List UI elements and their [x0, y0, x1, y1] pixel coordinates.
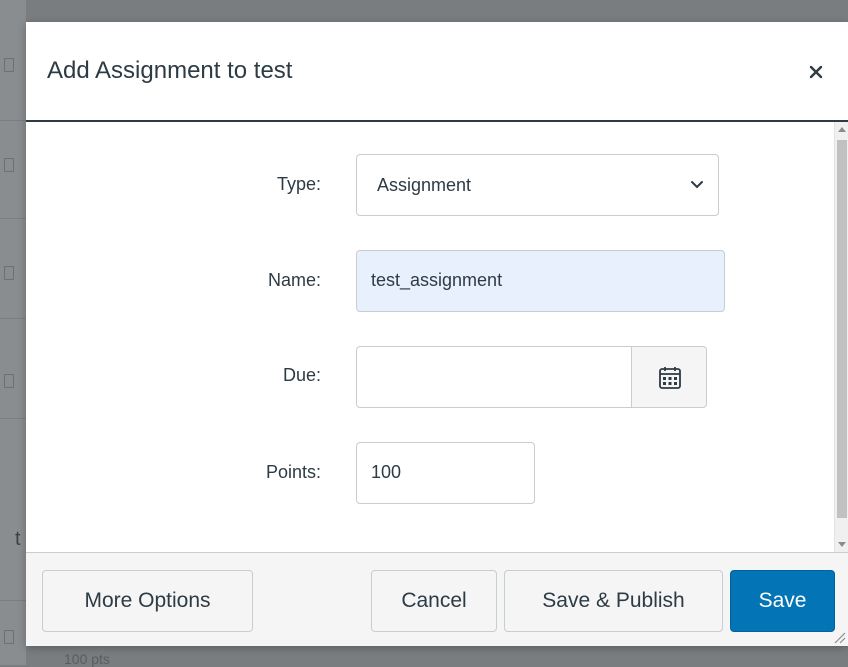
resize-grip-icon[interactable] [832, 630, 846, 644]
close-button[interactable] [804, 60, 828, 84]
more-options-button[interactable]: More Options [42, 570, 253, 632]
date-picker-button[interactable] [631, 346, 707, 408]
type-select[interactable]: Assignment [356, 154, 719, 216]
due-date-input[interactable] [356, 346, 632, 408]
type-select-value: Assignment [377, 175, 472, 195]
background-divider [0, 218, 26, 219]
background-doc-icon [4, 58, 14, 72]
scroll-down-arrow[interactable] [838, 542, 846, 547]
background-doc-icon [4, 630, 14, 644]
chevron-down-icon [691, 181, 703, 189]
due-label: Due: [282, 365, 321, 385]
dialog-footer: More Options Cancel Save & Publish Save [26, 552, 848, 646]
background-divider [0, 600, 26, 601]
add-assignment-dialog: Add Assignment to test Type: Assignment … [26, 22, 848, 646]
background-doc-icon [4, 374, 14, 388]
background-page [0, 0, 26, 665]
background-divider [0, 418, 26, 419]
type-label: Type: [276, 174, 321, 194]
points-label: Points: [265, 462, 321, 482]
save-button[interactable]: Save [730, 570, 835, 632]
save-publish-button[interactable]: Save & Publish [504, 570, 723, 632]
dialog-body: Type: Assignment Name: test_assignment D… [26, 122, 848, 552]
background-text: t [15, 528, 21, 550]
cancel-button[interactable]: Cancel [371, 570, 497, 632]
points-input[interactable]: 100 [356, 442, 535, 504]
name-label: Name: [267, 270, 321, 290]
name-input-value: test_assignment [371, 270, 503, 290]
background-doc-icon [4, 266, 14, 280]
calendar-icon [659, 367, 681, 389]
dialog-title: Add Assignment to test [47, 57, 293, 84]
dialog-header: Add Assignment to test [26, 22, 848, 122]
points-input-value: 100 [371, 462, 402, 482]
close-icon [809, 65, 823, 79]
scroll-thumb[interactable] [837, 140, 847, 518]
dialog-scrollbar[interactable] [834, 122, 848, 552]
background-doc-icon [4, 158, 14, 172]
scroll-up-arrow[interactable] [838, 127, 846, 132]
name-input[interactable]: test_assignment [356, 250, 725, 312]
background-divider [0, 318, 26, 319]
background-divider [0, 120, 26, 121]
